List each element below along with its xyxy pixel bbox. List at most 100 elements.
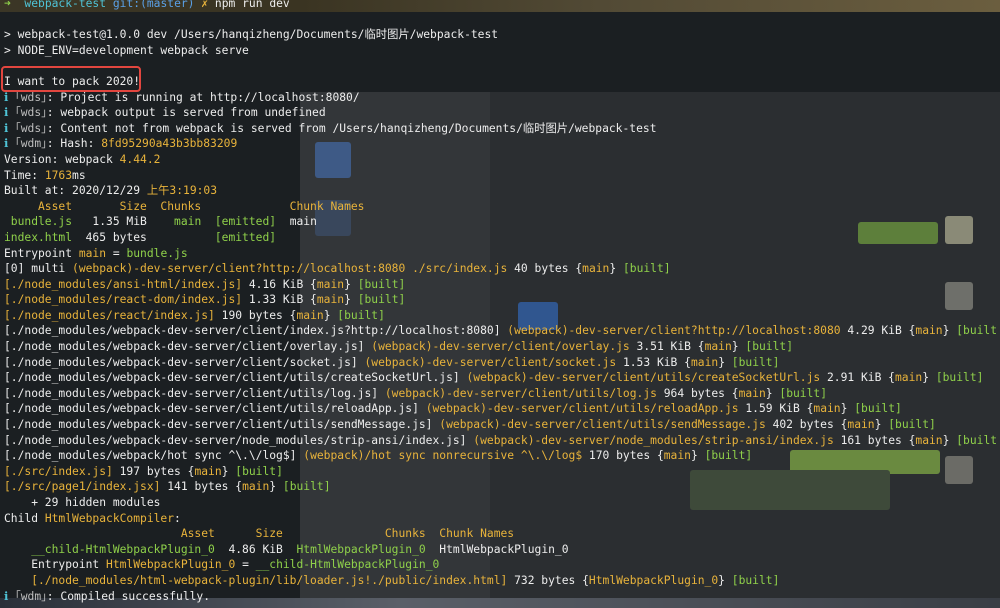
prompt-directory: webpack-test [24,0,107,10]
terminal-line: [./node_modules/webpack-dev-server/clien… [4,401,998,417]
highlight-box [1,66,141,92]
terminal-text: } [344,293,358,307]
terminal-text: ｢wds｣ [15,121,47,135]
terminal-text: HtmlWebpackPlugin_0 [425,542,569,556]
terminal-text: Version: webpack [4,152,120,166]
terminal-text: 1.53 KiB { [616,355,691,369]
terminal-text: Entrypoint [4,558,107,572]
terminal-line: [./node_modules/webpack-dev-server/clien… [4,370,998,386]
terminal-text: : [174,511,181,525]
terminal-text: ms [72,168,86,182]
terminal-text: [built] [731,573,780,587]
terminal-text: } [942,433,957,447]
terminal-text: [built] [282,480,331,494]
terminal-text: main [316,293,345,307]
terminal-text: [./src/index.js] [4,464,113,478]
terminal-line: ℹ ｢wds｣: Project is running at http://lo… [4,90,998,106]
terminal-line: [./node_modules/html-webpack-plugin/lib/… [4,573,998,589]
terminal-text: main [847,418,875,432]
terminal-text: ℹ [4,106,16,120]
terminal-line: ℹ ｢wds｣: webpack output is served from u… [4,105,998,121]
terminal-text: 1.59 KiB { [738,402,814,416]
terminal-text: [built] [956,433,998,447]
terminal-line: [./node_modules/react-dom/index.js] 1.33… [4,292,998,308]
terminal-text: (webpack)-dev-server/client/utils/create… [466,371,821,385]
terminal-text: main [895,371,923,385]
terminal-text: (webpack)-dev-server/node_modules/strip-… [473,433,834,447]
terminal-line: Entrypoint main = bundle.js [4,246,998,262]
terminal-line: [./node_modules/webpack-dev-server/clien… [4,323,998,339]
terminal-text: main [78,246,107,260]
terminal-text: 4.29 KiB { [840,324,916,338]
terminal-text: [built] [622,262,671,276]
terminal-text: 465 bytes [72,230,215,244]
terminal-line: Asset Size Chunks Chunk Names [4,526,998,542]
terminal-text: [./node_modules/react/index.js] [4,308,215,322]
terminal-text: (webpack)-dev-server/client/utils/reload… [425,402,739,416]
terminal-text: > NODE_ENV=development webpack serve [4,43,249,57]
terminal-text: main [582,262,610,276]
terminal-text: main [915,324,943,338]
terminal-text: (webpack)-dev-server/client/overlay.js [371,340,630,354]
terminal-text: main [296,308,324,322]
terminal-text: [./node_modules/webpack-dev-server/clien… [4,355,365,369]
terminal-text: 2.91 KiB { [820,371,895,385]
terminal-text: [emitted] [214,230,277,244]
terminal-text: } [323,308,338,322]
terminal-text: ℹ [4,137,16,151]
terminal-line: ℹ ｢wds｣: Content not from webpack is ser… [4,121,998,137]
terminal-text: [./node_modules/webpack-dev-server/clien… [4,402,426,416]
terminal-text: ℹ [4,589,16,603]
terminal-text: [./node_modules/html-webpack-plugin/lib/… [4,573,508,587]
terminal-text: (webpack)-dev-server/client/utils/log.js [384,386,657,400]
terminal-text: [./node_modules/webpack/hot sync ^\.\/lo… [4,449,304,463]
terminal-text: 4.44.2 [119,152,161,166]
terminal-text: [built] [854,402,902,416]
terminal-line: ℹ ｢wdm｣: Compiled successfully. [4,589,998,605]
terminal-text: main [276,215,317,229]
terminal-text: ℹ [4,121,16,135]
terminal-text: } [731,340,746,354]
terminal-text: [./src/page1/index.jsx] [4,480,161,494]
terminal-text: main [174,215,202,229]
terminal-text: } [840,402,855,416]
terminal-text: [./node_modules/react-dom/index.js] [4,293,243,307]
terminal-text: [0] multi [4,262,73,276]
terminal-text: Built at: 2020/12/29 [4,184,147,198]
terminal-text: (webpack)-dev-server/client/socket.js [364,355,617,369]
terminal-line: [./src/index.js] 197 bytes {main} [built… [4,464,998,480]
terminal-text: (webpack)/hot sync nonrecursive ^\.\/log… [303,449,583,463]
terminal-line: Version: webpack 4.44.2 [4,152,998,168]
terminal-text: HtmlWebpackPlugin_0 [588,573,719,587]
terminal-text: : Content not from webpack is served fro… [46,121,657,135]
terminal-text: main [242,480,270,494]
terminal-text: ｢wdm｣ [15,589,47,603]
terminal-text: [built] [935,371,984,385]
terminal-text: } [221,464,236,478]
prompt-git-branch: git:(master) [112,0,195,10]
terminal-text: __child-HtmlWebpackPlugin_0 [255,558,440,572]
terminal-text: + 29 hidden modules [4,496,161,509]
terminal-text: [./node_modules/webpack-dev-server/clien… [4,371,467,385]
terminal-line: bundle.js 1.35 MiB main [emitted] main [4,214,998,230]
terminal-line: ℹ ｢wdm｣: Hash: 8fd95290a43b3bb83209 [4,136,998,152]
terminal-text: 1.35 MiB [72,215,175,229]
terminal-line: > NODE_ENV=development webpack serve [4,43,998,59]
terminal-text: 190 bytes { [214,308,297,322]
terminal-line: [./node_modules/webpack-dev-server/clien… [4,339,998,355]
terminal-text: 1.33 KiB { [242,293,317,307]
terminal-text: main [704,340,732,354]
terminal-text: 上午3:19:03 [146,184,218,198]
terminal-text: 4.16 KiB { [242,277,317,291]
terminal-text: 197 bytes { [112,464,195,478]
terminal-line: > webpack-test@1.0.0 dev /Users/hanqizhe… [4,27,998,43]
terminal-text: 161 bytes { [833,433,916,447]
prompt-line: ➜ webpack-test git:(master) ✗ npm run de… [4,0,998,12]
terminal-text: [built] [235,464,283,478]
terminal-text: 4.86 KiB [214,542,297,556]
terminal-line: __child-HtmlWebpackPlugin_0 4.86 KiB Htm… [4,542,998,558]
terminal-text: [./node_modules/webpack-dev-server/node_… [4,433,474,447]
terminal-text: : webpack output is served from undefine… [46,106,326,120]
